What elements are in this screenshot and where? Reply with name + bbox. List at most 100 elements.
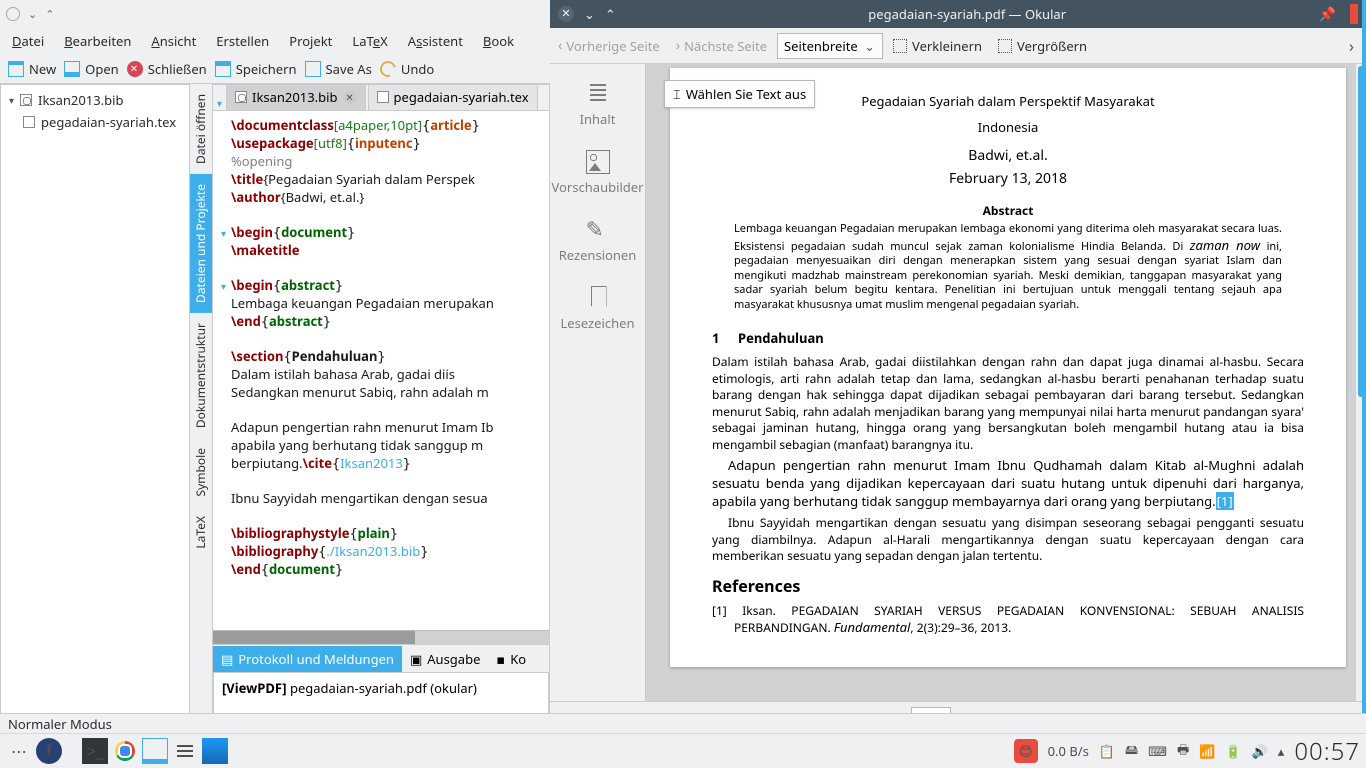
thumbnails-icon [586,150,610,174]
doctab-tex[interactable]: pegadaian-syariah.tex [368,84,538,110]
window-menu-up-icon[interactable]: ⌃ [45,7,54,22]
log-icon: ▤ [221,650,233,668]
tab-close-icon[interactable]: ✕ [343,90,357,104]
okular-titlebar[interactable]: ✕ ⌄ ⌃ pegadaian-syariah.pdf — Okular 📌 [550,0,1366,28]
pdf-page[interactable]: Pegadaian Syariah dalam Perspektif Masya… [670,68,1346,667]
tex-file-icon [377,91,389,103]
kile-titlebar[interactable]: ⌄ ⌃ [0,0,550,28]
open-icon [64,61,80,77]
okular-toolbar: ‹Vorherige Seite ›Nächste Seite Seitenbr… [550,28,1366,64]
tray-wifi-icon[interactable]: 📶 [1199,742,1215,760]
document-tabs: ▾ Iksan2013.bib✕ pegadaian-syariah.tex [213,85,549,111]
window-max-icon[interactable]: ⌃ [605,5,616,23]
task-okular[interactable] [202,738,228,764]
tool-saveas[interactable]: Save As [305,60,372,78]
tray-notification-icon[interactable]: 😊 [1014,739,1038,763]
tool-save[interactable]: Speichern [215,60,297,78]
selection-tooltip: ⌶Wählen Sie Text aus [664,80,815,108]
zoom-in-icon [998,39,1012,53]
zoom-out[interactable]: Verkleinern [887,37,988,55]
tab-list-icon[interactable]: ▾ [213,96,226,110]
bookmark-icon [586,286,610,310]
task-kile[interactable] [172,738,198,764]
menu-project[interactable]: Projekt [289,32,332,50]
reviews-icon [586,218,610,242]
plasma-taskbar: ⋯ f >_ 😊 0.0 B/s 📋 🖴 ⌨ 🖶 📶 🔋 🔊 ▴ 00:57 [0,733,1366,768]
task-konsole[interactable]: >_ [82,738,108,764]
task-files[interactable] [142,738,168,764]
toolbar-overflow-icon[interactable]: › [1339,35,1364,57]
tool-close[interactable]: Schließen [127,60,207,78]
tool-open[interactable]: Open [64,60,119,78]
window-close-icon[interactable] [6,7,20,21]
close-icon [127,61,143,77]
vtab-files-projects[interactable]: Dateien und Projekte [190,174,212,313]
menu-view[interactable]: Ansicht [151,32,196,50]
zoom-out-icon [893,39,907,53]
okular-window: ✕ ⌄ ⌃ pegadaian-syariah.pdf — Okular 📌 ‹… [550,0,1366,733]
tray-expand-icon[interactable]: ▴ [1278,742,1285,760]
code-editor[interactable]: \documentclass[a4paper,10pt]{article} \u… [213,111,549,630]
menu-book[interactable]: Book [483,32,514,50]
file-tree[interactable]: ▾Iksan2013.bib pegadaian-syariah.tex [0,84,190,733]
vtab-latex[interactable]: LaTeX [190,506,212,559]
tray-clipboard-icon[interactable]: 📋 [1099,742,1115,760]
new-icon [8,61,24,77]
fedora-menu-icon[interactable]: f [36,738,62,764]
pin-icon[interactable]: 📌 [1319,5,1336,24]
tray-keyboard-icon[interactable]: ⌨ [1148,742,1167,760]
para-3: Ibnu Sayyidah mengartikan dengan sesuatu… [712,515,1304,565]
doctab-bib[interactable]: Iksan2013.bib✕ [226,84,365,110]
tray-clock[interactable]: 00:57 [1294,735,1360,768]
window-menu-down-icon[interactable]: ⌄ [28,7,37,22]
side-reviews[interactable]: Rezensionen [550,208,645,274]
menu-create[interactable]: Erstellen [216,32,269,50]
bib-file-icon [235,91,247,103]
btab-konsole[interactable]: ▪Ko [488,646,534,672]
app-launcher-icon[interactable]: ⋯ [6,738,32,764]
document-view[interactable]: ⌶Wählen Sie Text aus Pegadaian Syariah d… [646,64,1356,701]
editor-hscrollbar[interactable] [213,630,549,644]
menu-edit[interactable]: Bearbeiten [64,32,131,50]
menu-assistant[interactable]: Assistent [408,32,463,50]
citation-link[interactable]: [1] [1216,492,1234,510]
menu-file[interactable]: Datei [12,32,44,50]
window-close-icon[interactable]: ✕ [558,6,574,22]
tool-undo[interactable]: Undo [380,60,434,78]
nav-next-page: ›Nächste Seite [670,36,773,55]
para-2: Adapun pengertian rahn menurut Imam Ibnu… [712,457,1304,511]
tray-battery-icon[interactable]: 🔋 [1225,742,1241,760]
tray-volume-icon[interactable]: 🔊 [1252,742,1268,760]
references-heading: References [712,575,1304,597]
abstract-text: Lembaga keuangan Pegadaian merupakan lem… [734,222,1282,312]
tray-usb-icon[interactable]: 🖴 [1125,740,1138,763]
reference-1: [1] Iksan. PEGADAIAN SYARIAH VERSUS PEGA… [712,603,1304,637]
fit-select[interactable]: Seitenbreite [777,33,883,59]
menu-latex[interactable]: LaTeX [352,32,387,50]
text-select-icon: ⌶ [673,85,681,103]
tray-printer-icon[interactable]: 🖶 [1177,740,1189,763]
side-thumbnails[interactable]: Vorschaubilder [550,140,645,206]
task-chrome[interactable] [112,738,138,764]
btab-log[interactable]: ▤Protokoll und Meldungen [213,646,402,672]
side-toc[interactable]: Inhalt [550,72,645,138]
vtab-symbols[interactable]: Symbole [190,438,212,506]
fit-select-wrap[interactable]: Seitenbreite [777,33,883,59]
abstract-heading: Abstract [712,202,1304,219]
side-bookmarks[interactable]: Lesezeichen [550,276,645,342]
kile-window: ⌄ ⌃ Datei Bearbeiten Ansicht Erstellen P… [0,0,550,733]
tree-item-bib[interactable]: ▾Iksan2013.bib [5,89,185,111]
vtab-open-file[interactable]: Datei öffnen [190,84,212,174]
tree-collapse-icon[interactable]: ▾ [9,93,14,107]
system-tray: 😊 0.0 B/s 📋 🖴 ⌨ 🖶 📶 🔋 🔊 ▴ 00:57 [1014,735,1360,768]
update-indicator-icon[interactable] [1350,4,1358,24]
okular-sidebar: Inhalt Vorschaubilder Rezensionen Leseze… [550,64,646,701]
zoom-in[interactable]: Vergrößern [992,37,1093,55]
tool-new[interactable]: New [8,60,56,78]
tree-item-tex[interactable]: pegadaian-syariah.tex [5,111,185,133]
btab-output[interactable]: ▣Ausgabe [402,646,488,672]
window-min-icon[interactable]: ⌄ [584,5,595,23]
output-icon: ▣ [410,650,422,668]
vtab-doc-structure[interactable]: Dokumentstruktur [190,313,212,438]
msg-label: [ViewPDF] [222,679,287,697]
